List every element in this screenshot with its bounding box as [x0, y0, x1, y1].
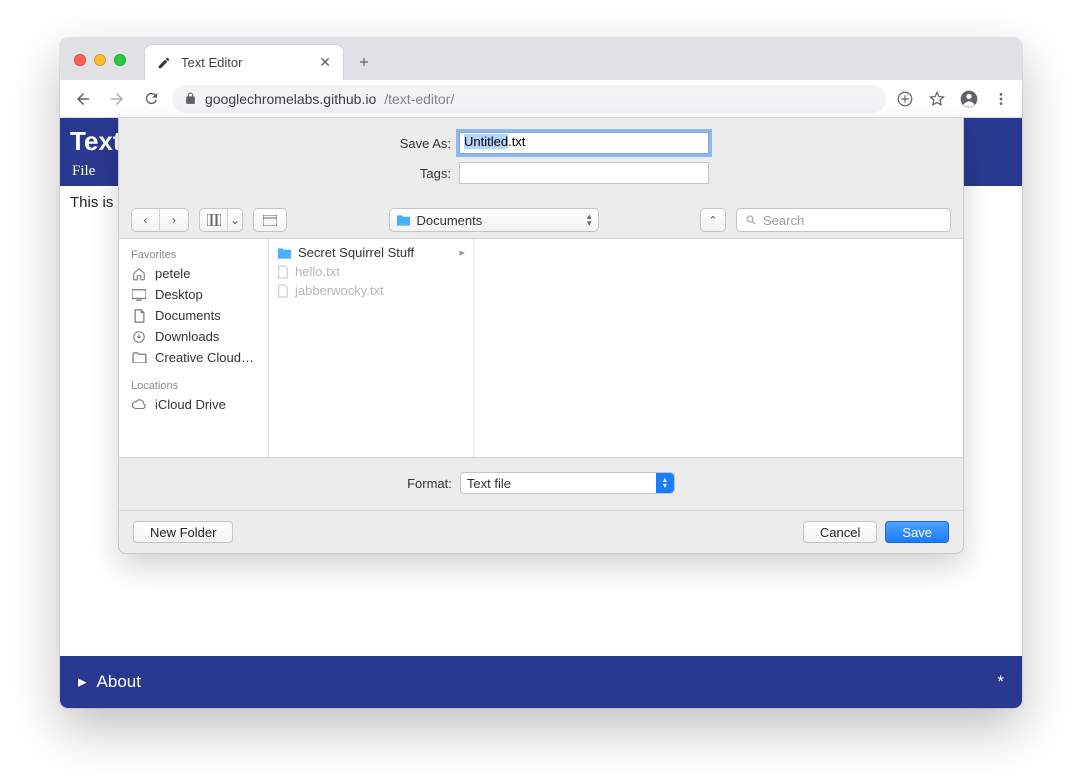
- save-file-dialog: Save As: Untitled.txt Tags: ‹ ›: [118, 118, 964, 554]
- modified-indicator: *: [997, 672, 1004, 692]
- toolbar-right-icons: [894, 88, 1012, 110]
- view-dropdown-icon[interactable]: ⌄: [228, 209, 242, 231]
- column-view-icon[interactable]: [200, 209, 228, 231]
- sidebar-item-documents[interactable]: Documents: [123, 305, 264, 326]
- stepper-icon: ▴▾: [587, 213, 592, 227]
- downloads-icon: [131, 330, 147, 344]
- nav-back-forward[interactable]: ‹ ›: [131, 208, 189, 232]
- favorites-header: Favorites: [123, 245, 264, 263]
- save-as-label: Save As:: [139, 136, 459, 151]
- sidebar-item-downloads[interactable]: Downloads: [123, 326, 264, 347]
- folder-icon: [131, 352, 147, 363]
- group-button[interactable]: [253, 208, 287, 232]
- window-controls: [74, 54, 126, 80]
- filename-base: Untitled: [464, 134, 508, 149]
- search-input[interactable]: Search: [736, 208, 951, 232]
- tags-label: Tags:: [139, 166, 459, 181]
- file-icon: [277, 265, 289, 279]
- disclosure-triangle-icon: ▸: [78, 672, 87, 692]
- browser-toolbar: googlechromelabs.github.io/text-editor/: [60, 80, 1022, 118]
- sidebar-item-creative-cloud[interactable]: Creative Cloud…: [123, 347, 264, 368]
- sidebar-item-icloud[interactable]: iCloud Drive: [123, 394, 264, 415]
- bookmark-star-icon[interactable]: [926, 88, 948, 110]
- cloud-icon: [131, 399, 147, 410]
- filename-ext: .txt: [508, 134, 525, 149]
- tab-title: Text Editor: [181, 55, 242, 70]
- forward-button[interactable]: [104, 86, 130, 112]
- format-row: Format: Text file ▴▾: [119, 458, 963, 510]
- sidebar-item-desktop[interactable]: Desktop: [123, 284, 264, 305]
- back-button[interactable]: [70, 86, 96, 112]
- column-item-file: hello.txt: [269, 262, 473, 281]
- minimize-window-button[interactable]: [94, 54, 106, 66]
- search-placeholder: Search: [763, 213, 804, 228]
- file-browser: Favorites petele Desktop Documents Downl…: [119, 238, 963, 458]
- reload-button[interactable]: [138, 86, 164, 112]
- format-label: Format:: [407, 476, 452, 491]
- locations-header: Locations: [123, 376, 264, 394]
- chevron-right-icon: ▸: [459, 246, 465, 259]
- documents-icon: [131, 309, 147, 323]
- format-select[interactable]: Text file ▴▾: [460, 472, 675, 494]
- profile-avatar-icon[interactable]: [958, 88, 980, 110]
- desktop-icon: [131, 289, 147, 301]
- about-label: About: [97, 672, 141, 692]
- pencil-icon: [157, 56, 171, 70]
- home-icon: [131, 267, 147, 281]
- view-mode-toggle[interactable]: ⌄: [199, 208, 243, 232]
- browser-window: Text Editor ✕ googlechromelabs.github.io…: [60, 38, 1022, 708]
- new-folder-button[interactable]: New Folder: [133, 521, 233, 543]
- search-icon: [745, 214, 757, 226]
- browser-tab[interactable]: Text Editor ✕: [144, 44, 344, 80]
- install-app-icon[interactable]: [894, 88, 916, 110]
- kebab-menu-icon[interactable]: [990, 88, 1012, 110]
- save-button[interactable]: Save: [885, 521, 949, 543]
- file-browser-toolbar: ‹ › ⌄ Documents ▴▾: [119, 202, 963, 238]
- sidebar: Favorites petele Desktop Documents Downl…: [119, 239, 269, 457]
- url-path: /text-editor/: [384, 91, 454, 107]
- filename-input[interactable]: Untitled.txt: [459, 132, 709, 154]
- location-label: Documents: [417, 213, 483, 228]
- location-popup[interactable]: Documents ▴▾: [389, 208, 599, 232]
- tab-strip: Text Editor ✕: [60, 38, 1022, 80]
- file-column: Secret Squirrel Stuff ▸ hello.txt jabber…: [269, 239, 474, 457]
- cancel-button[interactable]: Cancel: [803, 521, 877, 543]
- column-item-folder[interactable]: Secret Squirrel Stuff ▸: [269, 243, 473, 262]
- sidebar-item-petele[interactable]: petele: [123, 263, 264, 284]
- tags-input[interactable]: [459, 162, 709, 184]
- column-item-file: jabberwocky.txt: [269, 281, 473, 300]
- page-content: Text File This is a n ▸ About * Save As:…: [60, 118, 1022, 708]
- lock-icon: [184, 92, 197, 105]
- about-bar[interactable]: ▸ About *: [60, 656, 1022, 708]
- file-icon: [277, 284, 289, 298]
- address-bar[interactable]: googlechromelabs.github.io/text-editor/: [172, 85, 886, 113]
- select-stepper-icon: ▴▾: [656, 473, 674, 493]
- collapse-button[interactable]: ⌃: [700, 208, 726, 232]
- maximize-window-button[interactable]: [114, 54, 126, 66]
- close-tab-icon[interactable]: ✕: [319, 54, 331, 71]
- close-window-button[interactable]: [74, 54, 86, 66]
- folder-icon: [277, 247, 292, 259]
- dialog-footer: New Folder Cancel Save: [119, 510, 963, 553]
- nav-back-icon[interactable]: ‹: [132, 209, 160, 231]
- format-value: Text file: [467, 476, 511, 491]
- url-host: googlechromelabs.github.io: [205, 91, 376, 107]
- folder-icon: [396, 214, 411, 226]
- new-tab-button[interactable]: [350, 48, 378, 76]
- empty-column: [474, 239, 963, 457]
- nav-forward-icon[interactable]: ›: [160, 209, 188, 231]
